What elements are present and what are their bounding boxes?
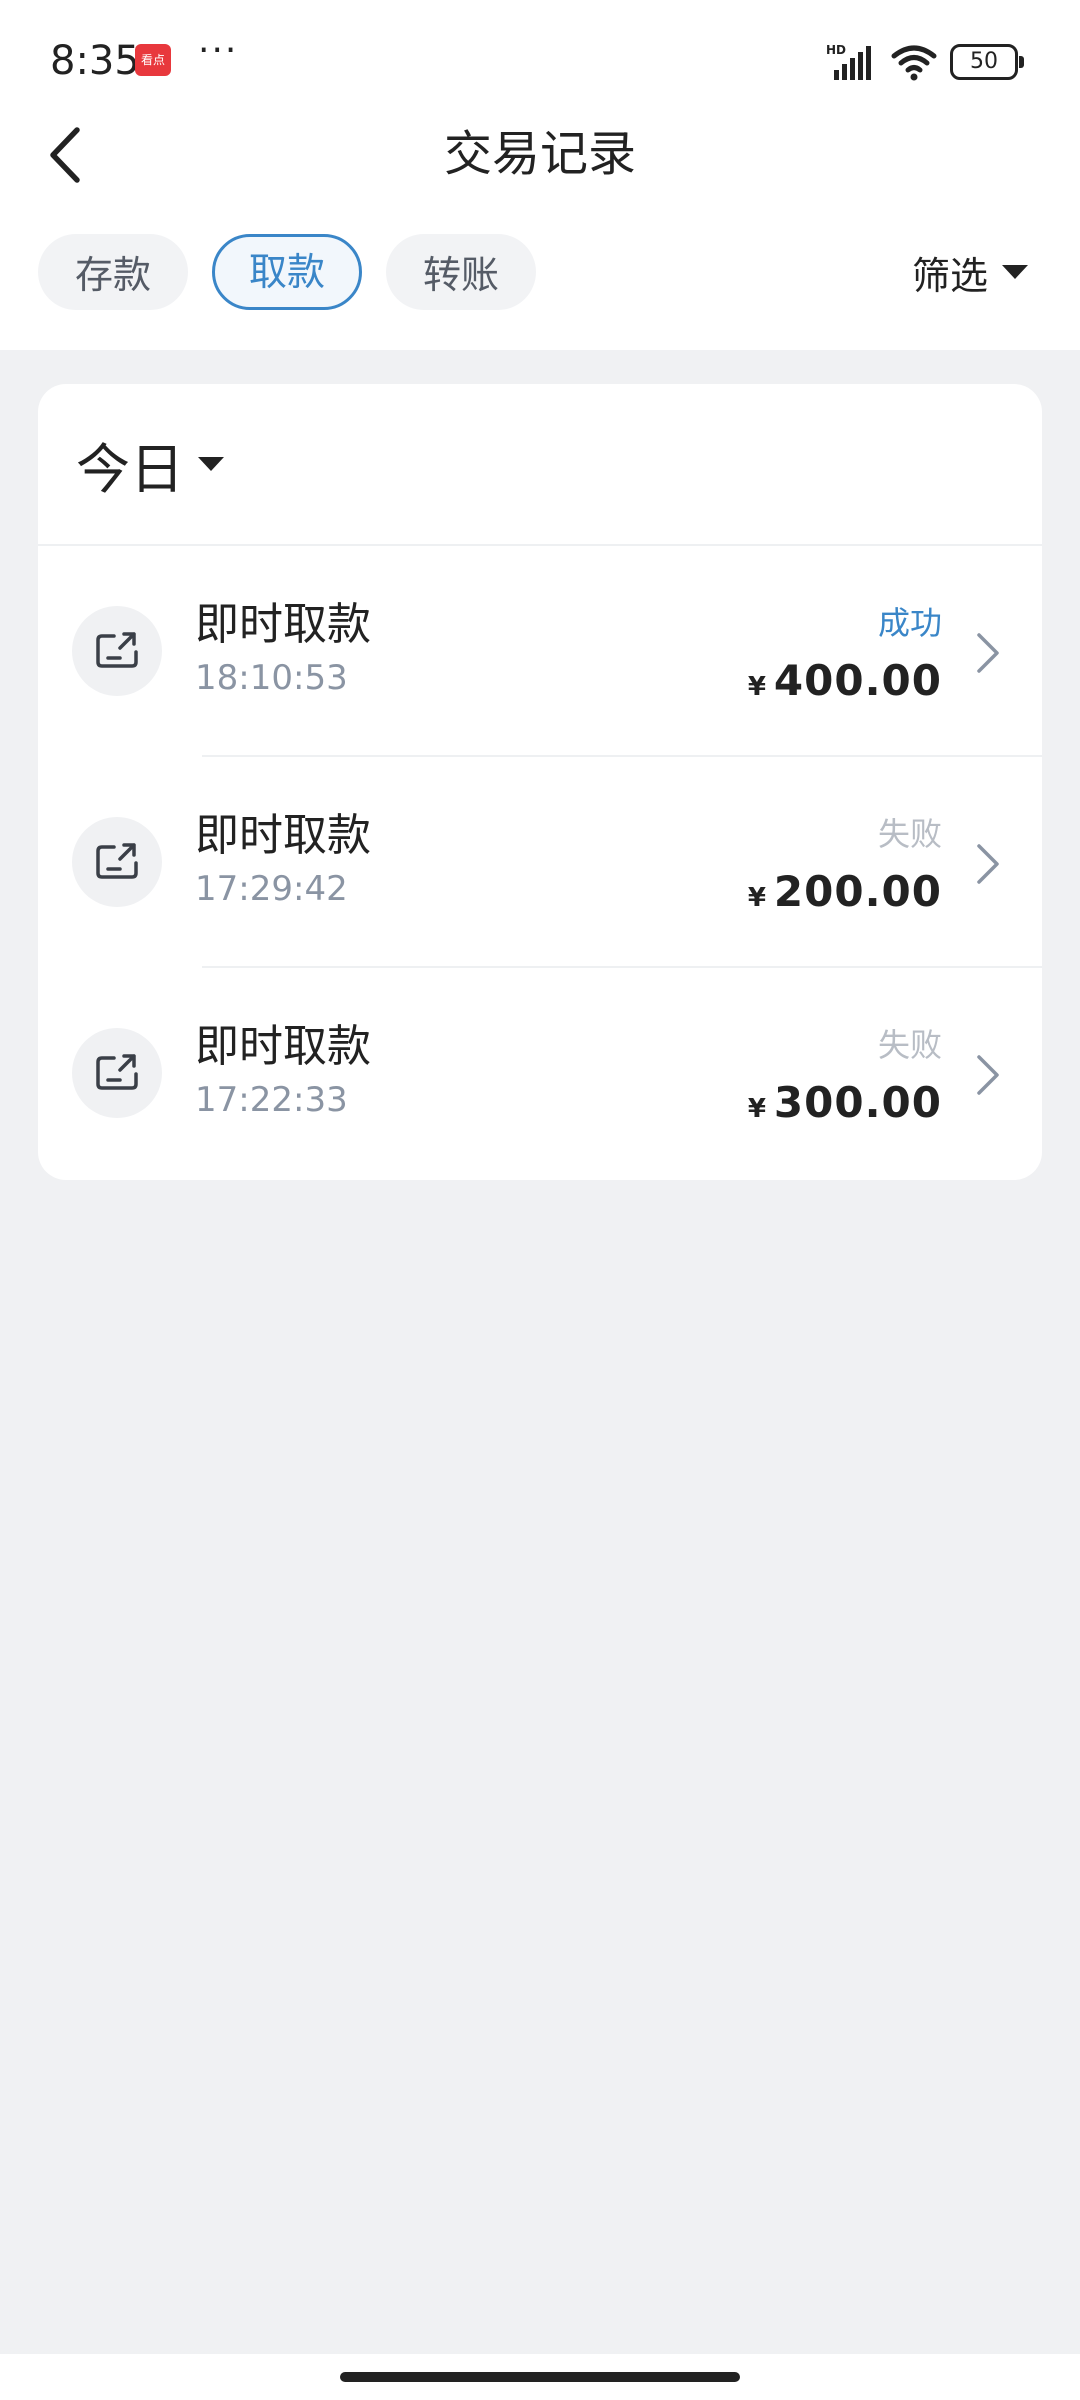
transaction-card: 今日 即时取款 18:10:53 成功 ¥ 400.00 即时取款 17:29:… — [38, 384, 1042, 1180]
status-bar: 8:35 看点 ··· HD 50 — [0, 0, 1080, 124]
type-tabs: 存款 取款 转账 — [38, 234, 537, 310]
home-indicator[interactable] — [340, 2372, 740, 2382]
currency-symbol: ¥ — [747, 1094, 766, 1124]
amount-value: 400.00 — [773, 656, 942, 705]
currency-symbol: ¥ — [747, 672, 766, 702]
transaction-row[interactable]: 即时取款 17:22:33 失败 ¥ 300.00 — [38, 968, 1042, 1179]
tab-transfer[interactable]: 转账 — [386, 234, 537, 310]
app-notification-icon: 看点 — [135, 44, 171, 76]
date-label: 今日 — [76, 437, 184, 501]
currency-symbol: ¥ — [747, 883, 766, 913]
chevron-right-icon — [968, 1050, 1008, 1100]
transaction-amount: ¥ 400.00 — [748, 656, 942, 705]
transaction-time: 18:10:53 — [195, 658, 348, 698]
transaction-time: 17:22:33 — [195, 1080, 348, 1120]
transaction-amount: ¥ 200.00 — [748, 867, 942, 916]
withdraw-icon — [72, 817, 162, 907]
page-title: 交易记录 — [443, 126, 636, 182]
filter-label: 筛选 — [911, 253, 988, 298]
caret-down-icon — [1002, 265, 1028, 279]
withdraw-icon — [72, 1028, 162, 1118]
page: 8:35 看点 ··· HD 50 交易记录 存款 取款 转账 筛选 今日 即时… — [0, 0, 1080, 2400]
date-selector[interactable]: 今日 — [38, 384, 1042, 546]
tab-deposit[interactable]: 存款 — [38, 234, 189, 310]
transaction-row[interactable]: 即时取款 17:29:42 失败 ¥ 200.00 — [38, 757, 1042, 968]
transaction-name: 即时取款 — [195, 810, 371, 861]
transaction-status: 成功 — [877, 604, 942, 642]
status-time: 8:35 — [50, 38, 140, 84]
chevron-right-icon — [968, 839, 1008, 889]
transaction-status: 失败 — [877, 815, 942, 853]
transaction-name: 即时取款 — [195, 1021, 371, 1072]
amount-value: 200.00 — [773, 867, 942, 916]
signal-icon: HD — [826, 43, 871, 80]
chevron-right-icon — [968, 628, 1008, 678]
transaction-status: 失败 — [877, 1026, 942, 1064]
svg-text:HD: HD — [826, 43, 846, 57]
caret-down-icon — [198, 457, 224, 471]
transaction-time: 17:29:42 — [195, 869, 348, 909]
transaction-row[interactable]: 即时取款 18:10:53 成功 ¥ 400.00 — [38, 546, 1042, 757]
more-notifications-icon: ··· — [198, 30, 239, 71]
transaction-name: 即时取款 — [195, 599, 371, 650]
filter-button[interactable]: 筛选 — [912, 234, 1028, 310]
transaction-amount: ¥ 300.00 — [748, 1078, 942, 1127]
amount-value: 300.00 — [773, 1078, 942, 1127]
tab-withdraw[interactable]: 取款 — [212, 234, 363, 310]
status-indicators: HD 50 — [826, 40, 1024, 84]
wifi-icon — [891, 45, 937, 81]
battery-icon: 50 — [950, 44, 1024, 80]
withdraw-icon — [72, 606, 162, 696]
